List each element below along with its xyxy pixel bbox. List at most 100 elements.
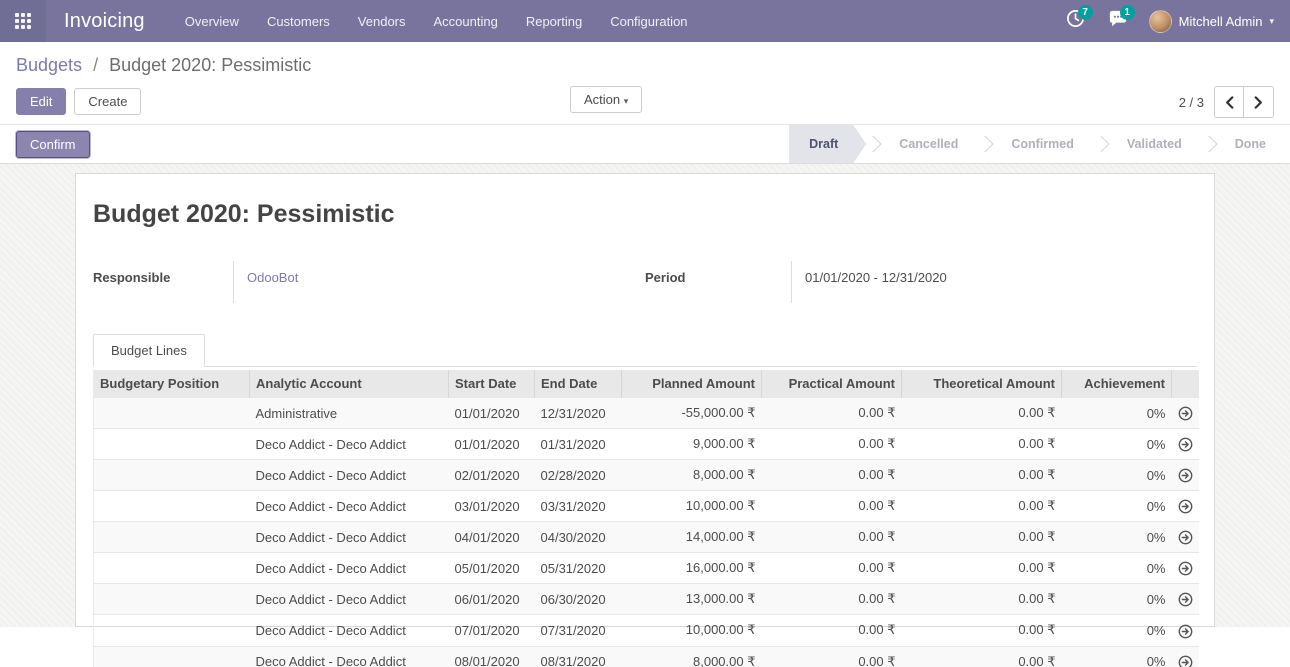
cell-analytic_account: Deco Addict - Deco Addict [250, 429, 449, 460]
budget-line-row[interactable]: Deco Addict - Deco Addict05/01/202005/31… [94, 553, 1199, 584]
column-header-practical_amount[interactable]: Practical Amount [762, 370, 902, 398]
open-record-button[interactable] [1172, 615, 1199, 646]
cell-end_date: 02/28/2020 [535, 460, 622, 491]
menu-configuration[interactable]: Configuration [596, 0, 701, 42]
budget-line-row[interactable]: Deco Addict - Deco Addict02/01/202002/28… [94, 460, 1199, 491]
cell-planned_amount: 8,000.00 ₹ [622, 460, 762, 491]
column-header-planned_amount[interactable]: Planned Amount [622, 370, 762, 398]
cell-analytic_account: Deco Addict - Deco Addict [250, 522, 449, 553]
period-label: Period [645, 261, 791, 285]
cell-planned_amount: 16,000.00 ₹ [622, 553, 762, 584]
action-dropdown-button[interactable]: Action ▾ [570, 86, 642, 113]
cell-theoretical_amount: 0.00 ₹ [902, 553, 1062, 584]
stage-done[interactable]: Done [1215, 125, 1286, 163]
tab-row: Budget Lines [93, 333, 1197, 367]
cell-practical_amount: 0.00 ₹ [762, 460, 902, 491]
open-record-icon [1178, 592, 1193, 607]
budget-line-row[interactable]: Administrative01/01/202012/31/2020-55,00… [94, 398, 1199, 429]
responsible-value[interactable]: OdooBot [247, 270, 298, 285]
cell-start_date: 05/01/2020 [449, 553, 535, 584]
pager-count: 2 / 3 [1179, 95, 1204, 110]
column-header-achievement[interactable]: Achievement [1062, 370, 1172, 398]
cell-theoretical_amount: 0.00 ₹ [902, 522, 1062, 553]
pager-next-button[interactable] [1244, 87, 1273, 117]
cell-analytic_account: Deco Addict - Deco Addict [250, 460, 449, 491]
column-header-start_date[interactable]: Start Date [449, 370, 535, 398]
stage-chevron-icon [978, 125, 991, 163]
cell-analytic_account: Deco Addict - Deco Addict [250, 646, 449, 667]
control-panel: Budgets / Budget 2020: Pessimistic Edit … [0, 42, 1290, 164]
cell-planned_amount: -55,000.00 ₹ [622, 398, 762, 429]
create-button[interactable]: Create [74, 88, 141, 115]
stage-chevron-icon [1202, 125, 1215, 163]
column-header-theoretical_amount[interactable]: Theoretical Amount [902, 370, 1062, 398]
open-record-button[interactable] [1172, 584, 1199, 615]
pager-previous-button[interactable] [1215, 87, 1244, 117]
open-record-button[interactable] [1172, 429, 1199, 460]
budget-line-row[interactable]: Deco Addict - Deco Addict03/01/202003/31… [94, 491, 1199, 522]
open-record-button[interactable] [1172, 491, 1199, 522]
cell-practical_amount: 0.00 ₹ [762, 584, 902, 615]
cell-achievement: 0% [1062, 460, 1172, 491]
activities-button[interactable]: 7 [1059, 0, 1093, 42]
cell-end_date: 05/31/2020 [535, 553, 622, 584]
cell-analytic_account: Deco Addict - Deco Addict [250, 615, 449, 646]
cell-planned_amount: 10,000.00 ₹ [622, 615, 762, 646]
apps-grid-icon [15, 13, 31, 29]
form-background: Budget 2020: Pessimistic Responsible Odo… [0, 164, 1290, 627]
cell-theoretical_amount: 0.00 ₹ [902, 615, 1062, 646]
menu-accounting[interactable]: Accounting [420, 0, 512, 42]
cell-end_date: 06/30/2020 [535, 584, 622, 615]
cell-start_date: 08/01/2020 [449, 646, 535, 667]
notebook: Budget Lines Budgetary PositionAnalytic … [93, 333, 1197, 667]
responsible-label: Responsible [93, 261, 233, 285]
chevron-down-icon: ▾ [624, 96, 629, 106]
menu-vendors[interactable]: Vendors [344, 0, 420, 42]
breadcrumb-separator: / [93, 55, 98, 75]
app-title[interactable]: Invoicing [64, 10, 145, 33]
cell-practical_amount: 0.00 ₹ [762, 491, 902, 522]
messages-button[interactable]: 1 [1101, 0, 1135, 42]
stage-cancelled[interactable]: Cancelled [879, 125, 978, 163]
cell-planned_amount: 14,000.00 ₹ [622, 522, 762, 553]
cell-theoretical_amount: 0.00 ₹ [902, 398, 1062, 429]
cell-analytic_account: Deco Addict - Deco Addict [250, 491, 449, 522]
stage-confirmed[interactable]: Confirmed [991, 125, 1094, 163]
user-name: Mitchell Admin [1179, 14, 1263, 29]
tab-budget-lines[interactable]: Budget Lines [93, 334, 205, 367]
column-header-end_date[interactable]: End Date [535, 370, 622, 398]
menu-overview[interactable]: Overview [171, 0, 253, 42]
edit-button[interactable]: Edit [16, 88, 66, 115]
open-record-button[interactable] [1172, 522, 1199, 553]
budget-line-row[interactable]: Deco Addict - Deco Addict07/01/202007/31… [94, 615, 1199, 646]
open-record-button[interactable] [1172, 398, 1199, 429]
user-menu[interactable]: Mitchell Admin ▾ [1143, 0, 1280, 42]
stage-validated[interactable]: Validated [1107, 125, 1202, 163]
menu-reporting[interactable]: Reporting [512, 0, 596, 42]
column-header-open [1172, 370, 1199, 398]
budget-line-row[interactable]: Deco Addict - Deco Addict08/01/202008/31… [94, 646, 1199, 667]
column-header-analytic_account[interactable]: Analytic Account [250, 370, 449, 398]
field-group: Responsible OdooBot Period 01/01/2020 - … [93, 261, 1197, 303]
column-header-budgetary_position[interactable]: Budgetary Position [94, 370, 250, 398]
menu-customers[interactable]: Customers [253, 0, 344, 42]
open-record-icon [1178, 561, 1193, 576]
budget-line-row[interactable]: Deco Addict - Deco Addict04/01/202004/30… [94, 522, 1199, 553]
chevron-down-icon: ▾ [1269, 16, 1274, 27]
budget-line-row[interactable]: Deco Addict - Deco Addict01/01/202001/31… [94, 429, 1199, 460]
budget-line-row[interactable]: Deco Addict - Deco Addict06/01/202006/30… [94, 584, 1199, 615]
confirm-button[interactable]: Confirm [16, 131, 90, 158]
open-record-button[interactable] [1172, 460, 1199, 491]
apps-menu-button[interactable] [0, 0, 46, 42]
open-record-button[interactable] [1172, 646, 1199, 667]
table-body: Administrative01/01/202012/31/2020-55,00… [94, 398, 1199, 667]
cell-budgetary_position [94, 615, 250, 646]
cell-budgetary_position [94, 460, 250, 491]
breadcrumb-budgets[interactable]: Budgets [16, 55, 82, 75]
cell-end_date: 04/30/2020 [535, 522, 622, 553]
cell-analytic_account: Administrative [250, 398, 449, 429]
cell-budgetary_position [94, 584, 250, 615]
stage-draft[interactable]: Draft [789, 125, 866, 163]
cell-practical_amount: 0.00 ₹ [762, 429, 902, 460]
open-record-button[interactable] [1172, 553, 1199, 584]
